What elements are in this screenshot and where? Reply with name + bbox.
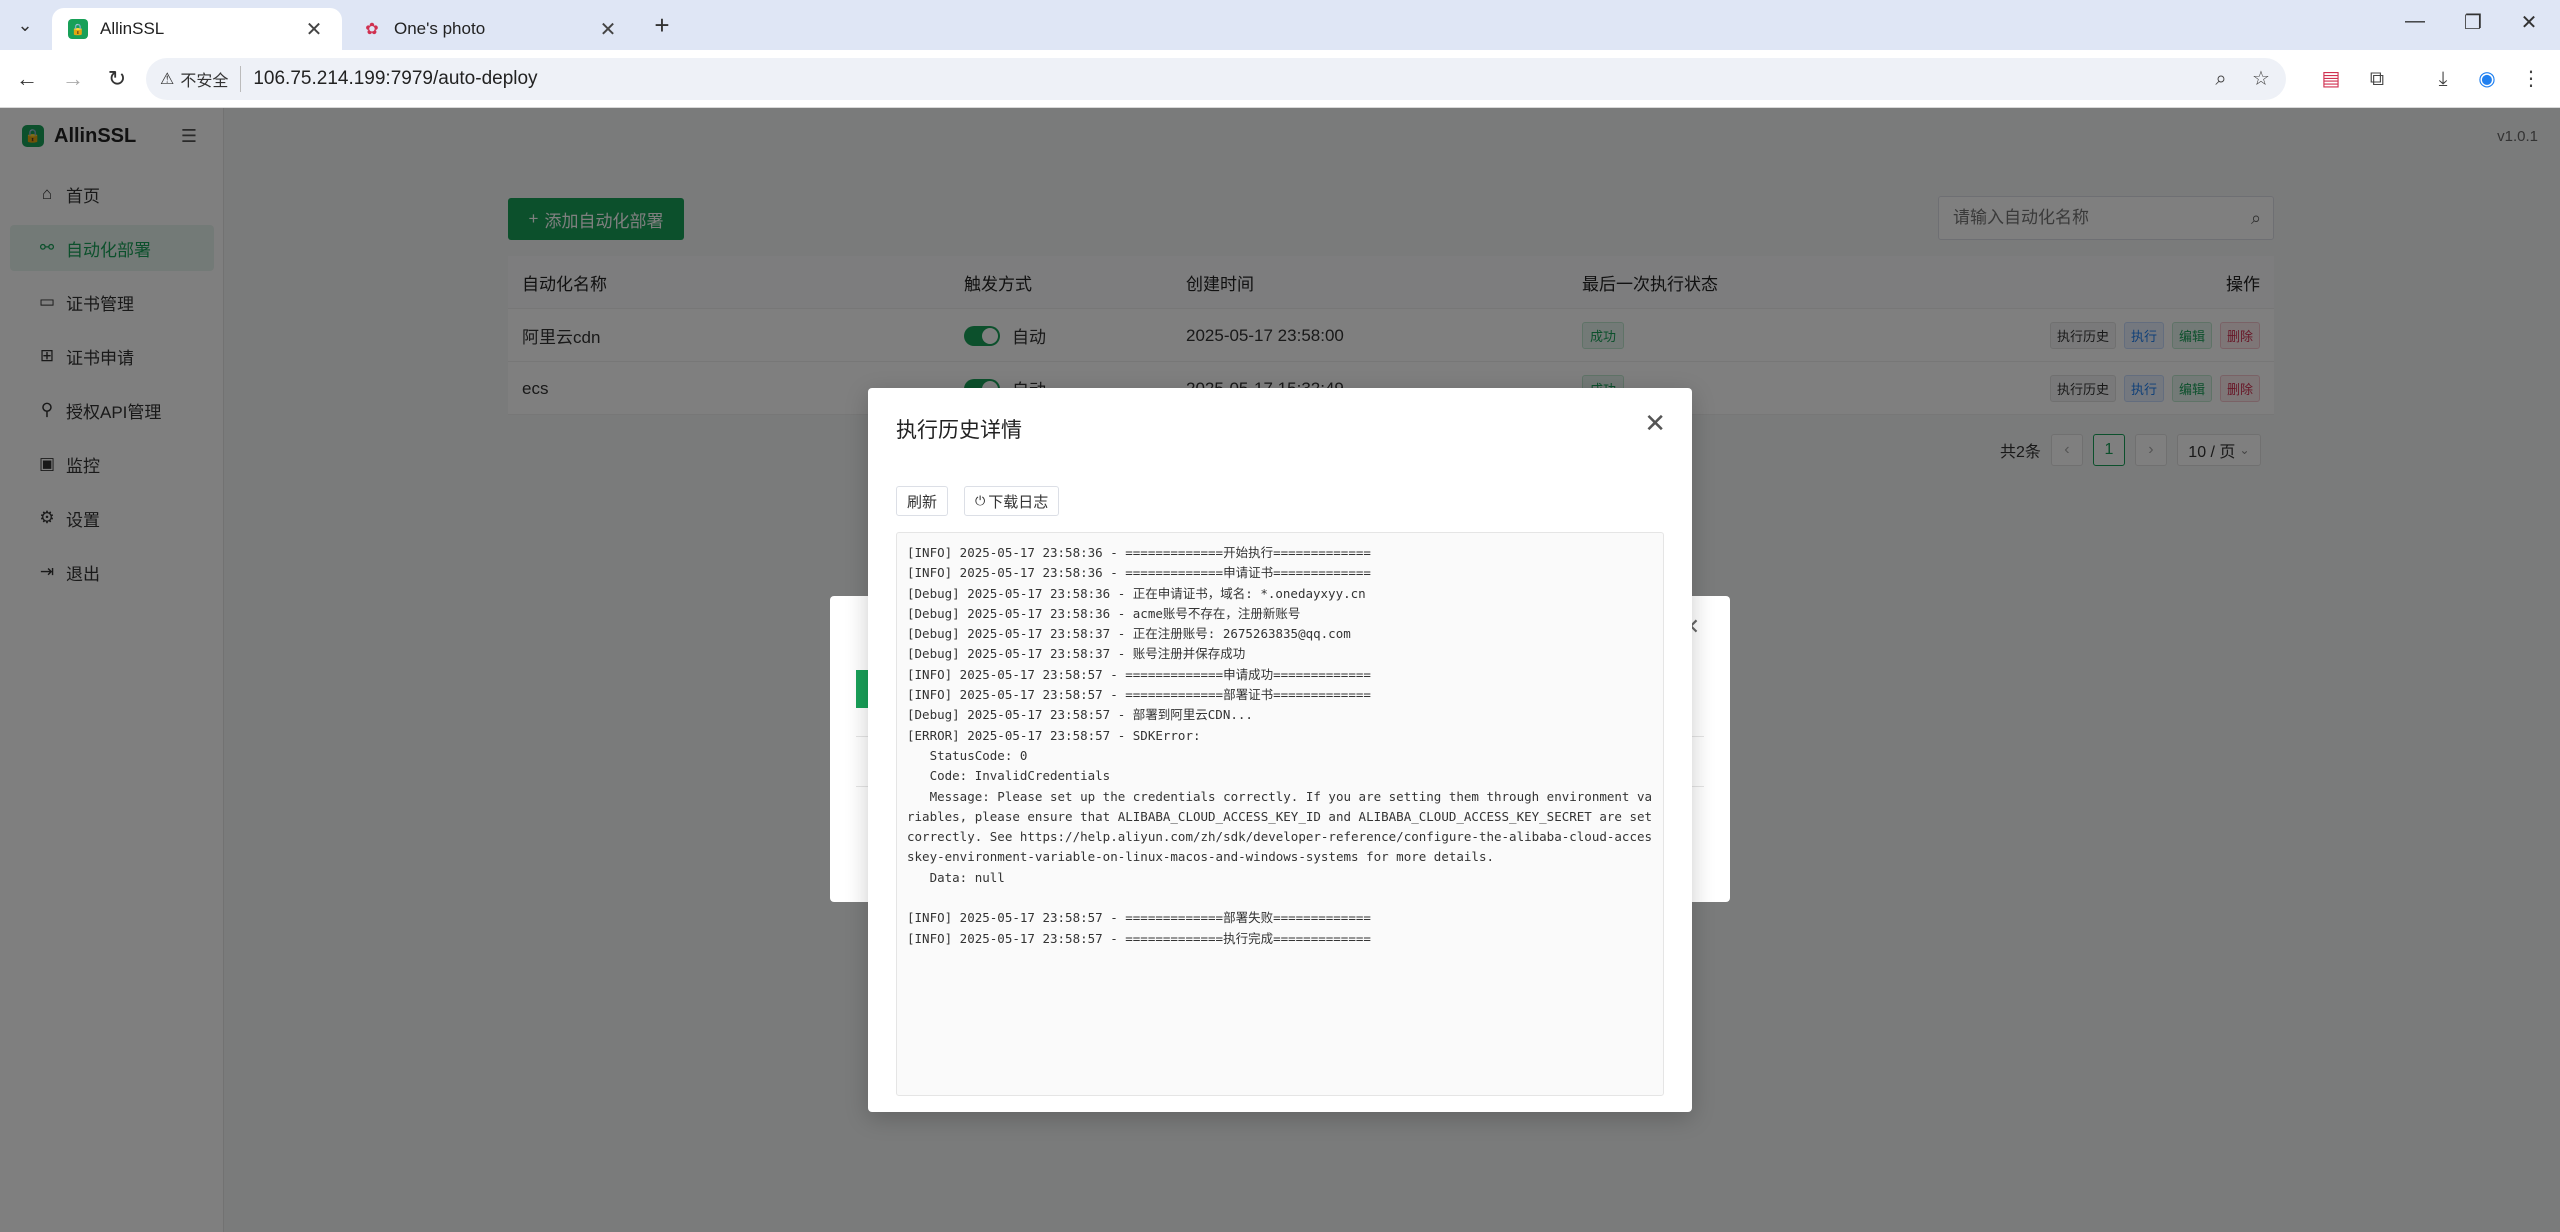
security-label: 不安全 [180, 73, 229, 90]
modal-title: 执行历史详情 [896, 419, 1022, 442]
extension-red-icon[interactable]: ▤ [2316, 64, 2346, 94]
log-content: [INFO] 2025-05-17 23:58:36 - ===========… [907, 545, 1653, 946]
log-panel[interactable]: [INFO] 2025-05-17 23:58:36 - ===========… [896, 532, 1664, 1096]
allinssl-favicon-icon: 🔒 [68, 19, 88, 39]
more-menu-icon[interactable]: ⋮ [2516, 64, 2546, 94]
bookmark-star-icon[interactable]: ☆ [2246, 64, 2276, 94]
tab-ones-photo[interactable]: ✿ One's photo ✕ [346, 8, 636, 50]
security-indicator[interactable]: ⚠ 不安全 [160, 66, 242, 92]
photo-favicon-icon: ✿ [365, 21, 379, 38]
download-log-button[interactable]: ⏻ 下载日志 [964, 486, 1060, 516]
new-tab-plus-icon[interactable]: + [648, 12, 676, 40]
url-text[interactable]: 106.75.214.199:7979/auto-deploy [253, 68, 537, 90]
restore-icon[interactable]: ❐ [2450, 10, 2496, 35]
download-log-label: 下载日志 [988, 493, 1049, 511]
window-close-icon[interactable]: ✕ [2506, 10, 2552, 35]
profile-icon[interactable]: ◉ [2472, 64, 2502, 94]
address-bar[interactable]: ⚠ 不安全 106.75.214.199:7979/auto-deploy ⌕ … [146, 58, 2286, 100]
zoom-icon[interactable]: ⌕ [2206, 64, 2236, 94]
minimize-icon[interactable]: — [2392, 10, 2438, 33]
close-icon[interactable]: ✕ [596, 17, 620, 42]
browser-toolbar: ← → ↻ ⚠ 不安全 106.75.214.199:7979/auto-dep… [0, 50, 2560, 108]
back-arrow-icon[interactable]: ← [12, 64, 42, 94]
extensions-puzzle-icon[interactable]: ⧉ [2362, 64, 2392, 94]
tab-label: AllinSSL [100, 19, 165, 38]
download-icon: ⏻ [975, 493, 986, 508]
download-icon[interactable]: ⤓ [2428, 64, 2458, 94]
execution-history-modal: 执行历史详情 ✕ 刷新 ⏻ 下载日志 [INFO] 2025-05-17 23:… [868, 388, 1692, 1112]
close-icon[interactable]: ✕ [1644, 410, 1666, 436]
tab-search-chevron-icon[interactable]: ⌄ [8, 10, 42, 40]
tab-allinssl[interactable]: 🔒 AllinSSL ✕ [52, 8, 342, 50]
tab-label: One's photo [394, 19, 486, 38]
warning-icon: ⚠ [160, 71, 175, 88]
reload-icon[interactable]: ↻ [102, 64, 132, 94]
close-icon[interactable]: ✕ [302, 17, 326, 42]
forward-arrow-icon[interactable]: → [58, 64, 88, 94]
refresh-button[interactable]: 刷新 [896, 486, 949, 516]
app-root: 🔒 AllinSSL ☰ ⌂ 首页 ⚯ 自动化部署 ▭ 证书管理 ⊞ 证书申请 … [0, 108, 2560, 1232]
browser-tab-bar: ⌄ 🔒 AllinSSL ✕ ✿ One's photo ✕ + — ❐ ✕ [0, 0, 2560, 50]
